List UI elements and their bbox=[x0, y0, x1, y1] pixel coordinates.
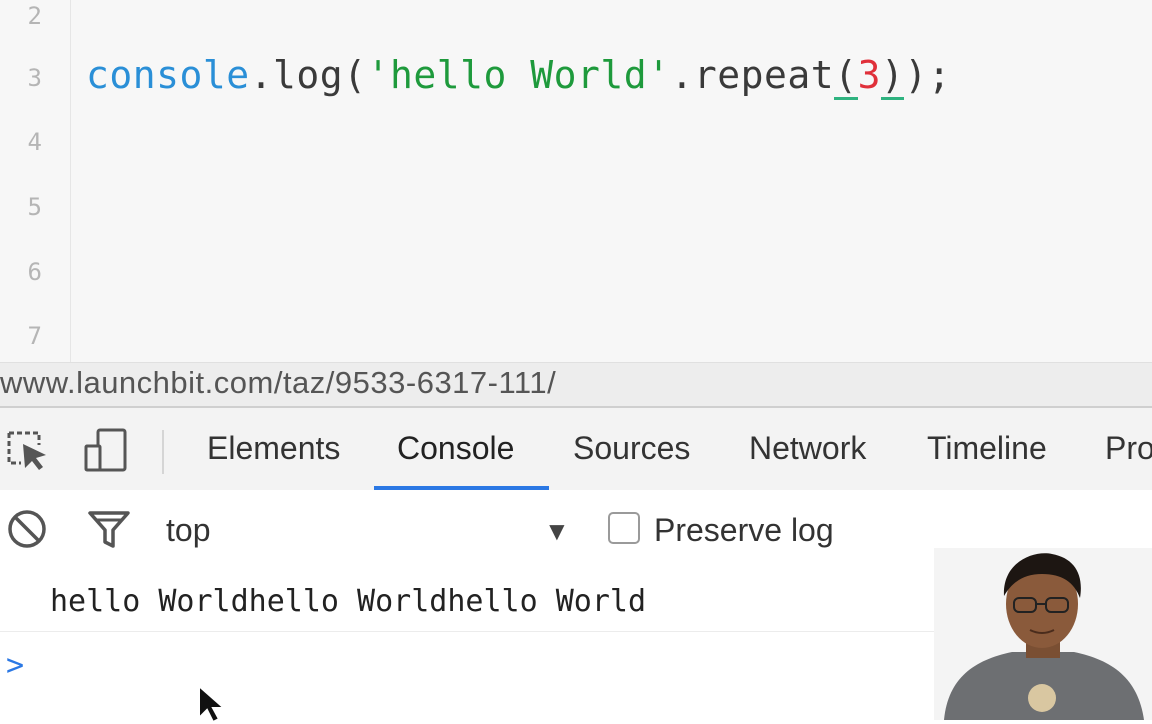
line-number: 3 bbox=[27, 64, 42, 92]
chevron-down-icon[interactable]: ▼ bbox=[544, 516, 570, 547]
mouse-cursor-icon bbox=[198, 684, 227, 724]
code-dot: . bbox=[670, 53, 694, 97]
line-number: 5 bbox=[27, 193, 42, 221]
toolbar-divider bbox=[162, 430, 164, 474]
tab-console[interactable]: Console bbox=[397, 430, 514, 467]
code-paren-matched: ( bbox=[834, 53, 858, 100]
code-editor[interactable]: 2 3 4 5 6 7 console.log('hello World'.re… bbox=[0, 0, 1152, 362]
context-selector[interactable]: top bbox=[166, 512, 210, 549]
code-semicolon: ; bbox=[927, 53, 952, 97]
line-number: 7 bbox=[27, 322, 42, 350]
inspect-element-icon[interactable] bbox=[6, 428, 50, 472]
tab-profiles[interactable]: Pro bbox=[1105, 430, 1152, 467]
code-string: 'hello World' bbox=[366, 53, 671, 97]
tab-timeline[interactable]: Timeline bbox=[927, 430, 1047, 467]
tab-network[interactable]: Network bbox=[749, 430, 866, 467]
device-mode-icon[interactable] bbox=[84, 428, 128, 472]
code-dot: . bbox=[249, 53, 274, 97]
line-number: 2 bbox=[27, 2, 42, 30]
code-line[interactable]: console.log('hello World'.repeat(3)); bbox=[86, 53, 952, 100]
tab-sources[interactable]: Sources bbox=[573, 430, 690, 467]
preserve-log-label[interactable]: Preserve log bbox=[654, 512, 834, 549]
line-number: 6 bbox=[27, 258, 42, 286]
devtools-tab-bar: Elements Console Sources Network Timelin… bbox=[0, 406, 1152, 493]
filter-icon[interactable] bbox=[88, 508, 130, 550]
preserve-log-checkbox[interactable] bbox=[608, 512, 640, 544]
code-object: console bbox=[86, 53, 250, 97]
line-number-gutter: 2 3 4 5 6 7 bbox=[0, 0, 71, 362]
status-bar: www.launchbit.com/taz/9533-6317-111/ bbox=[0, 362, 1152, 407]
code-paren: ( bbox=[343, 53, 367, 97]
tab-elements[interactable]: Elements bbox=[207, 430, 340, 467]
status-url: www.launchbit.com/taz/9533-6317-111/ bbox=[0, 365, 557, 400]
line-number: 4 bbox=[27, 128, 42, 156]
clear-console-icon[interactable] bbox=[6, 508, 48, 550]
code-method: repeat bbox=[693, 53, 835, 97]
code-number: 3 bbox=[857, 53, 881, 97]
code-paren: ) bbox=[904, 53, 928, 97]
presenter-webcam bbox=[934, 548, 1152, 720]
code-paren-matched: ) bbox=[880, 53, 905, 100]
console-prompt[interactable]: > bbox=[6, 648, 24, 683]
code-method: log bbox=[273, 53, 344, 97]
console-message-text: hello Worldhello Worldhello World bbox=[50, 584, 647, 619]
